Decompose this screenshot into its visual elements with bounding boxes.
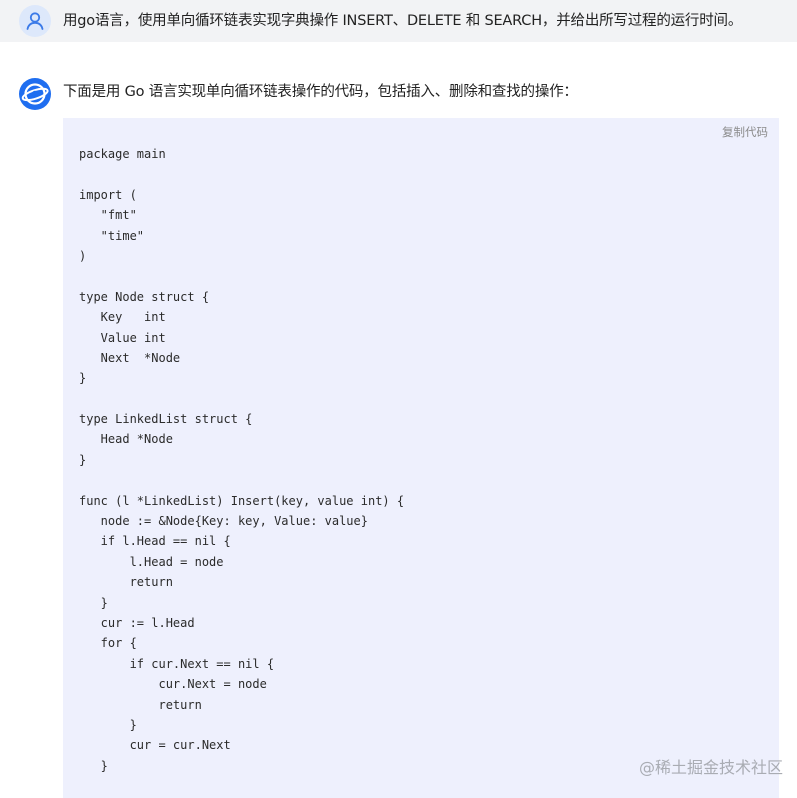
code-line: if cur.Next == nil {	[79, 656, 275, 671]
code-line: type Node struct {	[79, 289, 210, 304]
assistant-avatar	[19, 78, 51, 110]
code-line: "time"	[79, 228, 145, 243]
code-line: }	[79, 452, 87, 467]
code-line: cur = cur.Next	[79, 738, 231, 753]
code-line: }	[79, 595, 108, 610]
code-content: package main import ( "fmt" "time") type N…	[79, 144, 404, 776]
code-line: }	[79, 371, 87, 386]
code-line: return	[79, 697, 202, 712]
code-line: Head *Node	[79, 432, 173, 447]
code-line: cur.Next = node	[79, 677, 267, 692]
code-line: Key int	[79, 310, 166, 325]
code-line: import (	[79, 187, 137, 202]
code-line: node := &Node{Key: key, Value: value}	[79, 514, 368, 529]
copy-code-button[interactable]: 复制代码	[722, 124, 768, 140]
code-line: type LinkedList struct {	[79, 412, 253, 427]
user-message-row: 用go语言，使用单向循环链表实现字典操作 INSERT、DELETE 和 SEA…	[0, 0, 797, 42]
code-line: }	[79, 717, 137, 732]
code-line: func (l *LinkedList) Insert(key, value i…	[79, 493, 405, 508]
code-line: cur := l.Head	[79, 615, 195, 630]
watermark: @稀土掘金技术社区	[638, 758, 783, 777]
code-line: return	[79, 575, 173, 590]
assistant-message-text: 下面是用 Go 语言实现单向循环链表操作的代码，包括插入、删除和查找的操作：	[63, 84, 578, 100]
code-line: for {	[79, 636, 137, 651]
code-line: "fmt"	[79, 208, 137, 223]
code-line: l.Head = node	[79, 554, 224, 569]
code-line: if l.Head == nil {	[79, 534, 231, 549]
user-message-text: 用go语言，使用单向循环链表实现字典操作 INSERT、DELETE 和 SEA…	[63, 13, 743, 29]
code-line: Next *Node	[79, 350, 181, 365]
user-avatar	[19, 5, 51, 37]
assistant-logo-icon	[19, 78, 51, 110]
user-icon	[26, 12, 44, 30]
code-line: )	[79, 248, 87, 263]
code-line: }	[79, 758, 108, 773]
code-block: 复制代码 package main import ( "fmt" "time") t…	[63, 118, 779, 798]
code-line: package main	[79, 147, 166, 161]
code-line: Value int	[79, 330, 166, 345]
